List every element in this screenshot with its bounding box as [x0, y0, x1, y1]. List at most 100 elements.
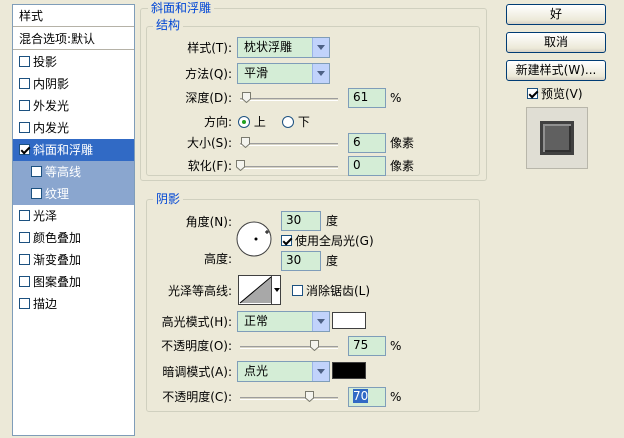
style-list-header[interactable]: 样式 — [13, 5, 134, 27]
highlight-color-swatch[interactable] — [332, 312, 366, 329]
style-item-label: 颜色叠加 — [33, 231, 82, 245]
radio-empty-icon — [282, 116, 294, 128]
style-item-label: 内发光 — [33, 121, 70, 135]
shadow-color-swatch[interactable] — [332, 362, 366, 379]
depth-value: 61 — [353, 90, 369, 104]
depth-input[interactable]: 61 — [348, 88, 386, 108]
angle-dial[interactable] — [236, 221, 272, 257]
style-item-4[interactable]: 斜面和浮雕 — [13, 139, 134, 161]
shading-title: 阴影 — [153, 192, 184, 206]
angle-value: 30 — [286, 213, 302, 227]
highlight-opacity-value: 75 — [353, 338, 369, 352]
structure-title: 结构 — [153, 18, 184, 32]
size-slider-thumb[interactable] — [240, 137, 250, 148]
style-item-8[interactable]: 颜色叠加 — [13, 227, 134, 249]
bevel-style-select[interactable]: 枕状浮雕 — [237, 37, 330, 58]
shadow-mode-value: 点光 — [244, 364, 269, 378]
checkbox-empty-icon[interactable] — [19, 232, 30, 243]
blend-options-default[interactable]: 混合选项:默认 — [13, 28, 134, 50]
shadow-opacity-unit: % — [390, 390, 402, 404]
contour-dropdown-arrow-icon[interactable] — [271, 276, 280, 304]
contour-curve-icon — [239, 276, 272, 304]
size-input[interactable]: 6 — [348, 133, 386, 153]
bevel-emboss-title: 斜面和浮雕 — [148, 1, 215, 15]
preview-checkbox[interactable]: 预览(V) — [527, 86, 583, 102]
style-item-7[interactable]: 光泽 — [13, 205, 134, 227]
style-item-label: 图案叠加 — [33, 275, 82, 289]
checkbox-empty-icon[interactable] — [19, 254, 30, 265]
size-slider-track[interactable] — [240, 143, 338, 146]
preview-label: 预览(V) — [541, 87, 583, 101]
shadow-mode-select[interactable]: 点光 — [237, 361, 330, 382]
checkbox-empty-icon[interactable] — [19, 276, 30, 287]
global-light-checkbox[interactable]: 使用全局光(G) — [281, 233, 374, 249]
technique-value: 平滑 — [244, 66, 269, 80]
checkbox-empty-icon[interactable] — [19, 122, 30, 133]
soften-slider-track[interactable] — [240, 166, 338, 169]
gloss-contour-picker[interactable] — [238, 275, 281, 305]
size-value: 6 — [353, 135, 361, 149]
checkbox-empty-icon[interactable] — [19, 56, 30, 67]
direction-up-label: 上 — [253, 115, 266, 129]
highlight-opacity-track[interactable] — [240, 346, 338, 349]
highlight-mode-select[interactable]: 正常 — [237, 311, 330, 332]
ok-button[interactable]: 好 — [506, 4, 606, 25]
size-label: 大小(S): — [186, 136, 232, 150]
checkbox-empty-icon[interactable] — [19, 100, 30, 111]
direction-label: 方向: — [203, 115, 232, 129]
style-item-label: 光泽 — [33, 209, 58, 223]
checkbox-empty-icon[interactable] — [31, 166, 42, 177]
chevron-down-icon — [312, 362, 329, 381]
style-item-5[interactable]: 等高线 — [13, 161, 134, 183]
style-item-11[interactable]: 描边 — [13, 293, 134, 315]
style-item-label: 斜面和浮雕 — [33, 143, 94, 157]
style-item-0[interactable]: 投影 — [13, 51, 134, 73]
shadow-opacity-thumb[interactable] — [304, 391, 314, 402]
style-item-10[interactable]: 图案叠加 — [13, 271, 134, 293]
checkbox-empty-icon[interactable] — [19, 210, 30, 221]
style-item-1[interactable]: 内阴影 — [13, 73, 134, 95]
shadow-opacity-value: 70 — [353, 389, 369, 403]
size-unit: 像素 — [390, 136, 415, 150]
highlight-opacity-input[interactable]: 75 — [348, 336, 386, 356]
style-item-label: 内阴影 — [33, 77, 70, 91]
style-item-label: 投影 — [33, 55, 58, 69]
style-item-2[interactable]: 外发光 — [13, 95, 134, 117]
style-item-label: 描边 — [33, 297, 58, 311]
altitude-unit: 度 — [326, 254, 339, 268]
antialias-checkbox[interactable]: 消除锯齿(L) — [292, 283, 370, 299]
style-item-6[interactable]: 纹理 — [13, 183, 134, 205]
direction-up-radio[interactable]: 上 — [238, 114, 266, 130]
soften-label: 软化(F): — [187, 159, 232, 173]
direction-down-radio[interactable]: 下 — [282, 114, 310, 130]
angle-input[interactable]: 30 — [281, 211, 321, 231]
checkbox-empty-icon[interactable] — [31, 188, 42, 199]
shadow-opacity-track[interactable] — [240, 397, 338, 400]
bevel-style-value: 枕状浮雕 — [244, 40, 293, 54]
style-item-label: 外发光 — [33, 99, 70, 113]
depth-slider-track[interactable] — [240, 98, 338, 101]
shadow-mode-label: 暗调模式(A): — [162, 365, 232, 379]
soften-slider-thumb[interactable] — [236, 160, 245, 171]
preview-thumbnail — [540, 121, 574, 155]
style-item-label: 纹理 — [45, 187, 70, 201]
shadow-opacity-input[interactable]: 70 — [348, 387, 386, 407]
checkbox-empty-icon[interactable] — [19, 298, 30, 309]
checkbox-checked-icon[interactable] — [19, 144, 30, 155]
highlight-opacity-thumb[interactable] — [309, 340, 319, 351]
shadow-opacity-label: 不透明度(C): — [162, 390, 232, 404]
altitude-input[interactable]: 30 — [281, 251, 321, 271]
cancel-button[interactable]: 取消 — [506, 32, 606, 53]
technique-select[interactable]: 平滑 — [237, 63, 330, 84]
soften-input[interactable]: 0 — [348, 156, 386, 176]
preview-swatch-frame — [526, 107, 588, 169]
highlight-opacity-unit: % — [390, 339, 402, 353]
style-item-3[interactable]: 内发光 — [13, 117, 134, 139]
soften-value: 0 — [353, 158, 361, 172]
depth-unit: % — [390, 91, 402, 105]
depth-slider-thumb[interactable] — [241, 92, 251, 103]
style-item-9[interactable]: 渐变叠加 — [13, 249, 134, 271]
checkbox-empty-icon[interactable] — [19, 78, 30, 89]
chevron-down-icon — [312, 64, 329, 83]
new-style-button[interactable]: 新建样式(W)... — [506, 60, 606, 81]
